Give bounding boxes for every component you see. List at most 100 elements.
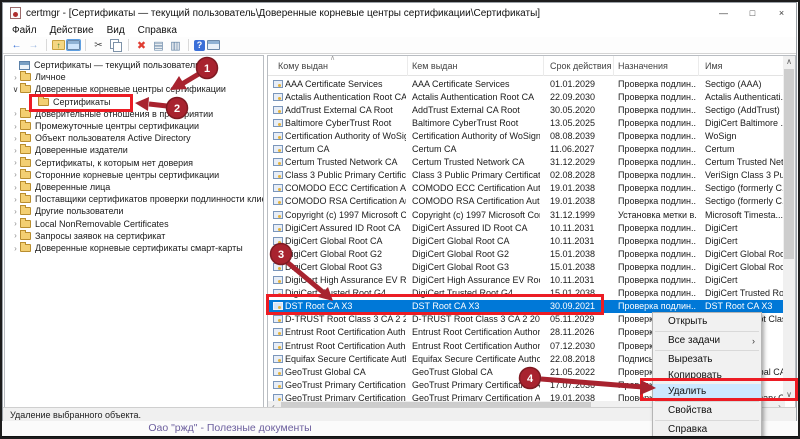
context-menu-item-5[interactable]: Копировать xyxy=(653,368,761,384)
tree-item-label: Сертификаты — текущий пользователь xyxy=(34,60,200,70)
tree-item-15[interactable]: ›Доверенные корневые сертификаты смарт-к… xyxy=(5,242,263,254)
toolbar-separator xyxy=(188,39,189,51)
scroll-down-icon[interactable]: ∨ xyxy=(783,389,795,401)
tree-item-2[interactable]: ∨Доверенные корневые центры сертификации xyxy=(5,83,263,95)
show-console-tree-icon[interactable] xyxy=(67,40,80,50)
cut-icon[interactable]: ✂ xyxy=(91,38,106,52)
back-icon[interactable]: ← xyxy=(9,38,24,52)
column-header-4[interactable]: Имя xyxy=(699,56,784,76)
menu-item-1[interactable]: Действие xyxy=(50,25,94,36)
column-header-0[interactable]: Кому выдан∧ xyxy=(268,56,408,76)
tree-item-9[interactable]: ›Сторонние корневые центры сертификации xyxy=(5,169,263,181)
tree-item-5[interactable]: ›Промежуточные центры сертификации xyxy=(5,120,263,132)
context-menu-item-2[interactable]: Все задачи› xyxy=(653,333,761,349)
tree-item-11[interactable]: › Поставщики сертификатов проверки подлин… xyxy=(5,193,263,205)
column-header-3[interactable]: Назначения xyxy=(614,56,699,76)
expander-collapsed-icon[interactable]: › xyxy=(11,244,20,253)
table-row[interactable]: COMODO ECC Certification Au...COMODO ECC… xyxy=(268,182,784,195)
table-row[interactable]: AddTrust External CA RootAddTrust Extern… xyxy=(268,103,784,116)
forward-icon[interactable]: → xyxy=(26,38,41,52)
tree-item-1[interactable]: ›Личное xyxy=(5,71,263,83)
tree-item-6[interactable]: ›Объект пользователя Active Directory xyxy=(5,132,263,144)
tree-item-13[interactable]: ›Local NonRemovable Certificates xyxy=(5,218,263,230)
up-one-level-icon[interactable]: ↑ xyxy=(52,40,65,50)
tree-item-10[interactable]: ›Доверенные лица xyxy=(5,181,263,193)
context-menu-item-4[interactable]: Вырезать xyxy=(653,352,761,368)
tree-item-14[interactable]: ›Запросы заявок на сертификат xyxy=(5,230,263,242)
cell-issued_by: GeoTrust Primary Certification Au... xyxy=(412,378,540,391)
context-menu-item-label: Копировать xyxy=(668,370,722,381)
table-row[interactable]: COMODO RSA Certification Au...COMODO RSA… xyxy=(268,195,784,208)
tree-item-8[interactable]: ›Сертификаты, к которым нет доверия xyxy=(5,157,263,169)
expander-collapsed-icon[interactable]: › xyxy=(11,109,20,118)
scroll-up-icon[interactable]: ∧ xyxy=(783,56,795,68)
table-row[interactable]: Certum Trusted Network CACertum Trusted … xyxy=(268,156,784,169)
table-row[interactable]: Certification Authority of WoSignCertifi… xyxy=(268,129,784,142)
table-row[interactable]: DigiCert Global Root G2DigiCert Global R… xyxy=(268,247,784,260)
cell-issued_by: DigiCert Assured ID Root CA xyxy=(412,221,540,234)
close-button[interactable]: × xyxy=(767,4,796,23)
copy-icon[interactable] xyxy=(108,38,123,52)
expander-collapsed-icon[interactable]: › xyxy=(11,122,20,131)
table-row[interactable]: Baltimore CyberTrust RootBaltimore Cyber… xyxy=(268,116,784,129)
expander-expanded-icon[interactable]: ∨ xyxy=(11,85,20,94)
expander-collapsed-icon[interactable]: › xyxy=(11,73,20,82)
expander-collapsed-icon[interactable]: › xyxy=(11,219,20,228)
cell-issued_to: DigiCert Global Root G3 xyxy=(285,260,406,273)
folder-icon xyxy=(20,183,31,191)
tree-item-7[interactable]: ›Доверенные издатели xyxy=(5,144,263,156)
menu-item-0[interactable]: Файл xyxy=(12,25,37,36)
table-row[interactable]: Copyright (c) 1997 Microsoft C...Copyrig… xyxy=(268,208,784,221)
column-header-2[interactable]: Срок действия xyxy=(544,56,614,76)
properties-icon[interactable]: ▤ xyxy=(151,38,166,52)
minimize-button[interactable]: — xyxy=(709,4,738,23)
tree-item-0[interactable]: Сертификаты — текущий пользователь xyxy=(5,59,263,71)
column-header-1[interactable]: Кем выдан xyxy=(408,56,544,76)
cell-expires: 13.05.2025 xyxy=(550,116,612,129)
table-row[interactable]: Class 3 Public Primary Certificat...Clas… xyxy=(268,169,784,182)
page-caption-link[interactable]: Оао "ржд" - Полезные документы xyxy=(60,422,400,434)
cell-issued_by: Certum CA xyxy=(412,143,540,156)
table-row[interactable]: DigiCert High Assurance EV Ro...DigiCert… xyxy=(268,274,784,287)
expander-collapsed-icon[interactable]: › xyxy=(11,158,20,167)
folder-icon xyxy=(20,220,31,228)
cell-purposes: Проверка подлин... xyxy=(618,116,696,129)
expander-collapsed-icon[interactable]: › xyxy=(11,146,20,155)
expander-collapsed-icon[interactable]: › xyxy=(11,183,20,192)
table-row[interactable]: DigiCert Global Root G3DigiCert Global R… xyxy=(268,260,784,273)
vertical-scrollbar-thumb[interactable] xyxy=(784,69,794,259)
console-tree-panel: Сертификаты — текущий пользователь›Лично… xyxy=(4,55,264,411)
table-row[interactable]: AAA Certificate ServicesAAA Certificate … xyxy=(268,77,784,90)
cell-issued_to: Certum Trusted Network CA xyxy=(285,156,406,169)
context-menu-separator xyxy=(655,420,759,421)
new-window-icon[interactable] xyxy=(207,40,220,50)
tree-item-4[interactable]: ›Доверительные отношения в предприятии xyxy=(5,108,263,120)
context-menu-item-6[interactable]: Удалить xyxy=(653,384,761,400)
table-row[interactable]: DigiCert Global Root CADigiCert Global R… xyxy=(268,234,784,247)
menu-item-2[interactable]: Вид xyxy=(107,25,125,36)
table-row[interactable]: Actalis Authentication Root CAActalis Au… xyxy=(268,90,784,103)
maximize-button[interactable]: □ xyxy=(738,4,767,23)
table-row-selected[interactable]: DST Root CA X3DST Root CA X330.09.2021Пр… xyxy=(268,300,784,313)
context-menu-item-8[interactable]: Свойства xyxy=(653,403,761,419)
expander-collapsed-icon[interactable]: › xyxy=(11,195,20,204)
vertical-scrollbar[interactable]: ∧ ∨ xyxy=(783,56,795,401)
help-icon[interactable]: ? xyxy=(194,40,205,51)
table-row[interactable]: Certum CACertum CA11.06.2027Проверка под… xyxy=(268,143,784,156)
menu-item-3[interactable]: Справка xyxy=(138,25,177,36)
table-row[interactable]: DigiCert Trusted Root G4DigiCert Trusted… xyxy=(268,287,784,300)
cell-issued_to: Copyright (c) 1997 Microsoft C... xyxy=(285,208,406,221)
table-row[interactable]: DigiCert Assured ID Root CADigiCert Assu… xyxy=(268,221,784,234)
cell-expires: 28.11.2026 xyxy=(550,326,612,339)
tree-item-3[interactable]: Сертификаты xyxy=(5,96,263,108)
expander-collapsed-icon[interactable]: › xyxy=(11,134,20,143)
expander-collapsed-icon[interactable]: › xyxy=(11,170,20,179)
context-menu-item-0[interactable]: Открыть xyxy=(653,314,761,330)
cell-expires: 30.09.2021 xyxy=(550,300,612,313)
expander-collapsed-icon[interactable]: › xyxy=(11,207,20,216)
tree-item-12[interactable]: ›Другие пользователи xyxy=(5,205,263,217)
tree-item-label: Поставщики сертификатов проверки подлинн… xyxy=(35,194,263,204)
expander-collapsed-icon[interactable]: › xyxy=(11,231,20,240)
delete-icon[interactable]: ✖ xyxy=(134,38,149,52)
export-list-icon[interactable]: ▥ xyxy=(168,38,183,52)
